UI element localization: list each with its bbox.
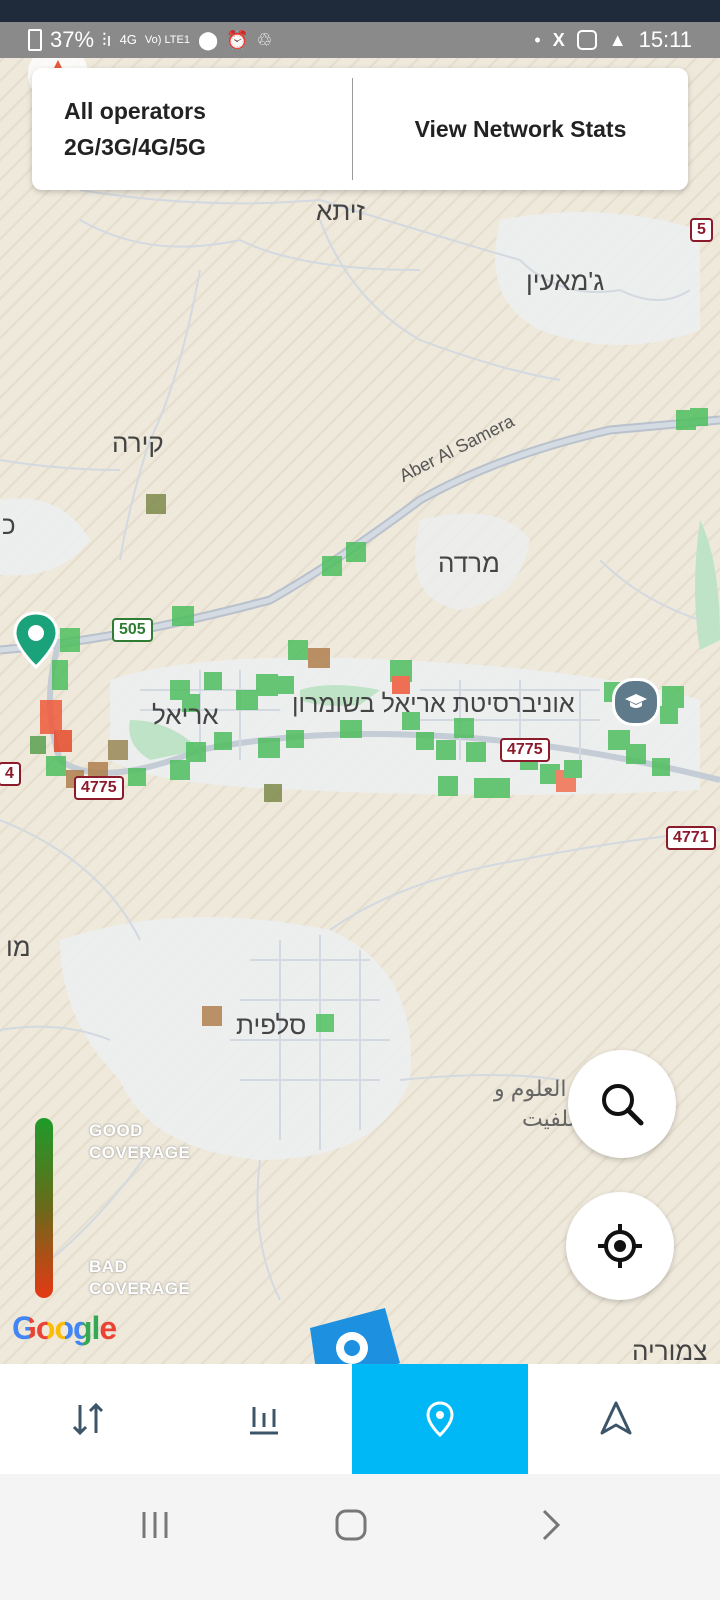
- legend-bad-line1: BAD: [89, 1257, 128, 1276]
- nav-stats[interactable]: [176, 1364, 352, 1474]
- battery-icon: [28, 29, 42, 51]
- speed-test-icon: [72, 1402, 104, 1436]
- dot-icon: •: [534, 30, 541, 50]
- route-shield-4775-west: 4775: [74, 776, 124, 800]
- top-strip: [0, 0, 720, 22]
- nav-speed-test[interactable]: [0, 1364, 176, 1474]
- back-icon[interactable]: [534, 1508, 568, 1542]
- place-zita: זיתא: [316, 196, 365, 226]
- route-shield-5: 5: [690, 218, 713, 242]
- place-ariel: אריאל: [152, 700, 219, 730]
- my-location-button[interactable]: [566, 1192, 674, 1300]
- network-generations: 2G/3G/4G/5G: [64, 134, 206, 160]
- legend-good-line1: GOOD: [89, 1121, 143, 1140]
- alarm-icon: ⏰: [226, 30, 249, 50]
- search-button[interactable]: [568, 1050, 676, 1158]
- legend-bad-line2: COVERAGE: [89, 1279, 191, 1298]
- search-icon: [602, 1084, 644, 1126]
- place-ke: כ: [2, 510, 16, 540]
- operator-card: All operators 2G/3G/4G/5G View Network S…: [32, 68, 688, 190]
- nav-navigation[interactable]: [528, 1364, 704, 1474]
- route-shield-505: 505: [112, 618, 153, 642]
- route-shield-4771: 4771: [666, 826, 716, 850]
- place-salfit: סלפית: [236, 1010, 307, 1040]
- legend-good-line2: COVERAGE: [89, 1143, 191, 1162]
- route-shield-4775-east: 4775: [500, 738, 550, 762]
- operator-name: All operators: [64, 98, 206, 124]
- x-icon: X: [552, 30, 565, 50]
- recycle-icon: ♲: [256, 30, 273, 50]
- nav-map[interactable]: [352, 1364, 528, 1474]
- graduation-cap-icon[interactable]: [612, 678, 660, 726]
- status-bar: 37% ⫶ı 4G Vo) LTE1 ⬤ ⏰ ♲ • X ▲ 15:11: [0, 22, 720, 58]
- home-icon[interactable]: [334, 1508, 368, 1542]
- place-marda: מרדה: [438, 548, 500, 578]
- crosshair-icon: [598, 1224, 642, 1268]
- signal-icon: ⫶ı: [102, 30, 112, 50]
- coverage-legend-gradient: [35, 1118, 53, 1298]
- place-mo: מו: [6, 932, 31, 962]
- location-pin-icon: ⬤: [197, 30, 219, 50]
- route-shield-4: 4: [0, 762, 21, 786]
- stats-bars-icon: [250, 1407, 278, 1435]
- recents-icon[interactable]: [138, 1508, 172, 1542]
- view-network-stats-button[interactable]: View Network Stats: [353, 68, 688, 190]
- operator-selector[interactable]: All operators 2G/3G/4G/5G: [32, 68, 352, 190]
- network-type: 4G: [119, 32, 137, 47]
- map-pin-icon: [426, 1401, 454, 1438]
- google-logo: Google: [12, 1310, 117, 1347]
- current-location-pin[interactable]: [12, 611, 60, 671]
- legend-good-label: GOOD COVERAGE: [89, 1120, 190, 1164]
- bottom-navigation: [0, 1364, 720, 1474]
- place-ariel-university: אוניברסיטת אריאל בשומרון: [292, 690, 575, 718]
- google-attribution: Google: [12, 1310, 117, 1346]
- instagram-icon: [576, 30, 597, 50]
- place-tzamoria: צמוריה: [632, 1336, 708, 1366]
- volte-indicator: Vo) LTE1: [144, 34, 190, 46]
- navigation-arrow-icon: ▲: [608, 30, 627, 50]
- place-jamain: ג'מאעין: [526, 266, 605, 296]
- navigation-icon: [600, 1401, 632, 1435]
- place-kira: קירה: [112, 428, 164, 458]
- clock: 15:11: [638, 27, 692, 52]
- battery-level: 37%: [50, 27, 95, 52]
- system-navigation: [0, 1474, 720, 1600]
- legend-bad-label: BAD COVERAGE: [89, 1256, 190, 1300]
